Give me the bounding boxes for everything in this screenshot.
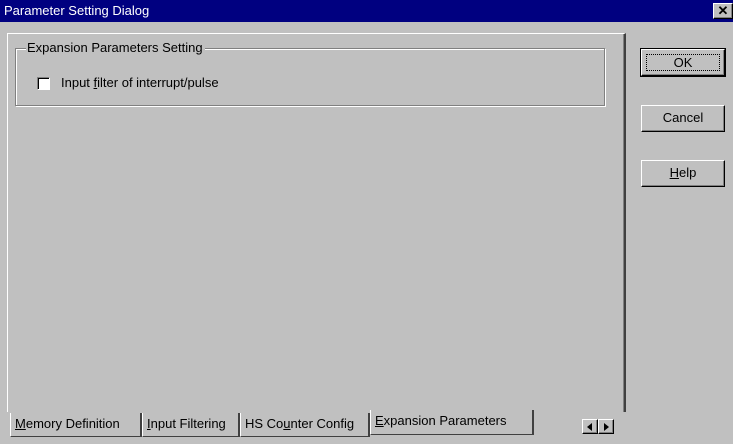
tab-input-filtering[interactable]: Input Filtering [142, 413, 240, 437]
tab-accelerator: u [283, 416, 291, 431]
tab-hs-counter-config[interactable]: HS Counter Config [240, 413, 370, 437]
arrow-left-icon [587, 423, 592, 431]
groupbox-label: Expansion Parameters Setting [26, 40, 205, 55]
window-title: Parameter Setting Dialog [4, 3, 150, 18]
tab-label: xpansion Parameters [383, 413, 507, 428]
title-bar: Parameter Setting Dialog ✕ [0, 0, 733, 22]
cancel-button[interactable]: Cancel [641, 105, 725, 132]
tab-accelerator: E [375, 413, 384, 428]
label-text-post: ilter of interrupt/pulse [97, 75, 219, 90]
input-filter-checkbox[interactable] [37, 77, 50, 90]
input-filter-label: Input filter of interrupt/pulse [61, 75, 219, 90]
tab-accelerator: M [15, 416, 26, 431]
tab-scroll-left-button[interactable] [582, 419, 598, 434]
help-label-rest: elp [679, 165, 697, 180]
tab-expansion-parameters[interactable]: Expansion Parameters [370, 410, 534, 435]
tab-label: nput Filtering [150, 416, 226, 431]
help-button[interactable]: Help [641, 160, 725, 187]
close-icon: ✕ [717, 3, 729, 18]
close-button[interactable]: ✕ [713, 3, 733, 19]
cancel-label: Cancel [662, 110, 704, 125]
label-text-pre: Input [61, 75, 94, 90]
tab-scroll-right-button[interactable] [598, 419, 614, 434]
tab-memory-definition[interactable]: Memory Definition [10, 413, 142, 437]
tab-label: emory Definition [25, 416, 120, 431]
tab-label: nter Config [290, 416, 355, 431]
help-accelerator: H [669, 165, 680, 180]
help-label: Help [670, 165, 697, 180]
ok-button[interactable]: OK [640, 48, 726, 77]
tab-label-pre: HS Co [245, 416, 284, 431]
arrow-right-icon [604, 423, 609, 431]
ok-label: OK [646, 54, 720, 71]
